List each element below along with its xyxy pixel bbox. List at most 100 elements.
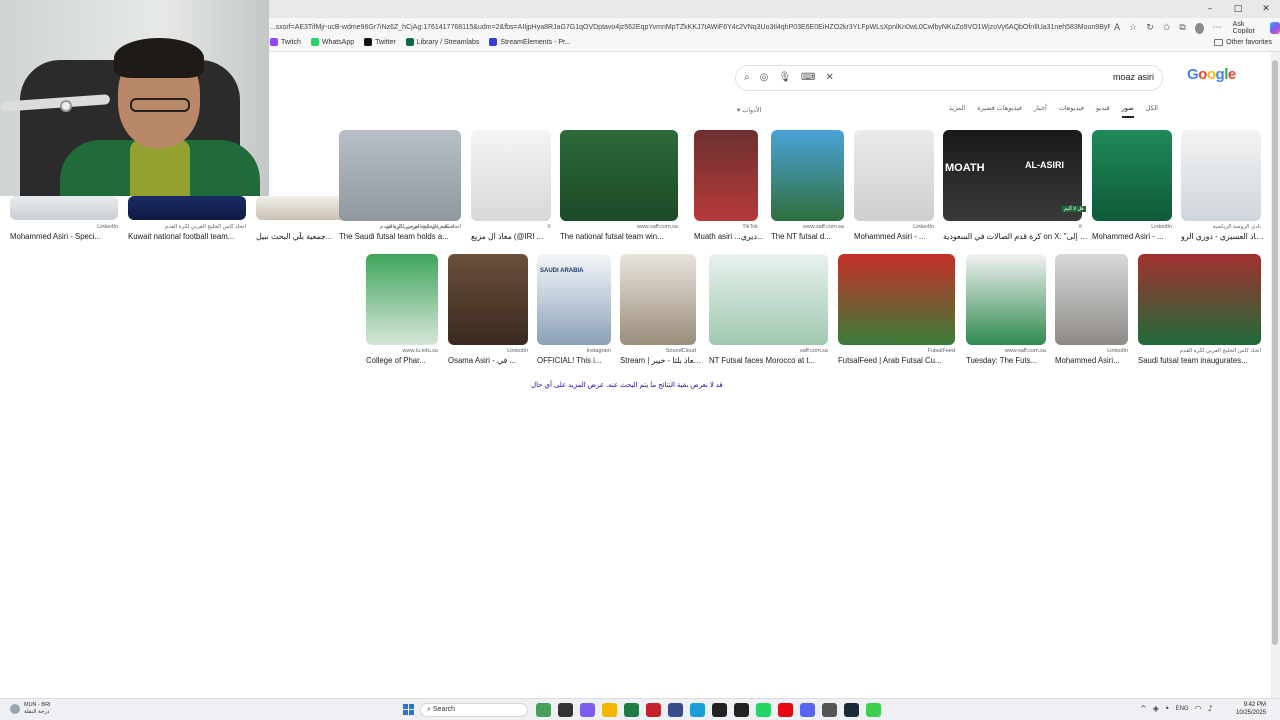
file-explorer-icon[interactable] <box>602 703 617 717</box>
microphone-icon[interactable]: 🎙 <box>778 71 791 85</box>
result-source[interactable]: www.saff.com.sa <box>560 224 678 230</box>
clear-icon[interactable]: ✕ <box>825 71 833 85</box>
obs-icon[interactable] <box>668 703 683 717</box>
result-source[interactable]: www.lu.edu.sa <box>366 348 438 354</box>
result-source[interactable]: saff.com.sa <box>709 348 828 354</box>
result-thumbnail[interactable] <box>471 130 551 221</box>
bookmark-item[interactable]: StreamElements - Pr... <box>489 38 571 46</box>
widgets-icon[interactable] <box>536 703 551 717</box>
result-thumbnail[interactable] <box>448 254 528 345</box>
wifi-icon[interactable]: ◠ <box>1195 704 1202 714</box>
result-source[interactable]: LinkedIn <box>10 224 118 230</box>
chevron-up-icon[interactable]: ^ <box>1140 704 1147 714</box>
result-caption[interactable]: The NT futsal d... <box>771 232 850 241</box>
edge-icon[interactable] <box>690 703 705 717</box>
result-thumbnail[interactable] <box>10 196 118 220</box>
result-caption[interactable]: The national futsal team win... <box>560 232 684 241</box>
result-source[interactable]: اتحاد كأس الخليج العربي لكرة القدم <box>339 224 461 230</box>
bookmark-item[interactable]: Library / Streamlabs <box>405 38 479 46</box>
result-source[interactable]: X <box>471 224 551 230</box>
result-source[interactable]: www.saff.com.sa <box>771 224 844 230</box>
result-caption[interactable]: Mohammed Asiri - ... <box>854 232 940 241</box>
mail-icon[interactable] <box>822 703 837 717</box>
result-thumbnail[interactable] <box>366 254 438 345</box>
taskbar-search[interactable]: ⌕ Search <box>420 703 528 717</box>
antivirus-icon[interactable] <box>646 703 661 717</box>
result-source[interactable]: Instagram <box>537 348 611 354</box>
result-thumbnail[interactable] <box>1181 130 1261 221</box>
result-thumbnail[interactable] <box>620 254 696 345</box>
search-tab[interactable]: فيديو <box>1096 104 1110 118</box>
result-source[interactable]: نادي الروضة الرياضية <box>1181 224 1261 230</box>
maximize-button[interactable]: □ <box>1224 0 1252 18</box>
result-caption[interactable]: Kuwait national football team... <box>128 232 252 241</box>
language-indicator[interactable]: ENG <box>1176 706 1189 712</box>
read-aloud-icon[interactable]: A <box>1114 22 1120 34</box>
result-thumbnail[interactable] <box>128 196 246 220</box>
result-source[interactable]: LinkedIn <box>1092 224 1172 230</box>
result-source[interactable]: www.saff.com.sa <box>966 348 1046 354</box>
xbox-icon[interactable] <box>712 703 727 717</box>
result-caption[interactable]: Tuesday: The Futs... <box>966 356 1052 365</box>
result-caption[interactable]: Stream | معاذ بلتا - خيبر ... <box>620 356 702 365</box>
result-caption[interactable]: FutsalFeed | Arab Futsal Cu... <box>838 356 961 365</box>
result-caption[interactable]: College of Phar... <box>366 356 444 365</box>
result-source[interactable]: TikTok <box>694 224 758 230</box>
result-thumbnail[interactable] <box>1138 254 1261 345</box>
result-caption[interactable]: NT Futsal faces Morocco at t... <box>709 356 834 365</box>
copilot-icon[interactable] <box>1270 22 1280 34</box>
collections-icon[interactable]: ⧉ <box>1179 22 1185 34</box>
result-thumbnail[interactable] <box>966 254 1046 345</box>
weather-widget[interactable]: MUN - BRI درجة النقلة <box>10 702 51 716</box>
profile-avatar[interactable] <box>1194 22 1204 34</box>
media-icon[interactable] <box>734 703 749 717</box>
refresh-icon[interactable]: ↻ <box>1146 22 1154 34</box>
result-thumbnail[interactable] <box>854 130 934 221</box>
result-caption[interactable]: Osama Asiri - في ... <box>448 356 534 365</box>
search-tab[interactable]: أخبار <box>1034 104 1047 118</box>
result-caption[interactable]: معاذ آل مزيع (@IRI ... <box>471 232 557 241</box>
start-button[interactable] <box>403 704 414 715</box>
result-source[interactable]: LinkedIn <box>448 348 528 354</box>
scrollbar-thumb[interactable] <box>1272 60 1278 645</box>
search-box[interactable]: ⌕ ◎ 🎙 ⌨ ✕ moaz asiri <box>735 65 1163 91</box>
result-caption[interactable]: Muath asiri ...ديري... <box>694 232 764 241</box>
result-thumbnail[interactable] <box>694 130 758 221</box>
excel-icon[interactable] <box>624 703 639 717</box>
star-icon[interactable]: ☆ <box>1129 22 1137 34</box>
result-caption[interactable]: The Saudi futsal team holds a... <box>339 232 467 241</box>
result-source[interactable]: اتحاد كأس الخليج العربي لكرة القدم <box>1138 348 1261 354</box>
bookmark-item[interactable]: Twitter <box>364 38 396 46</box>
tools-button[interactable]: ▾ الأدوات <box>737 106 762 114</box>
result-source[interactable]: LinkedIn <box>1055 348 1128 354</box>
keyboard-icon[interactable]: ⌨ <box>801 71 815 85</box>
result-caption[interactable]: OFFICIAL! This i... <box>537 356 617 365</box>
search-tab[interactable]: الكل <box>1146 104 1158 118</box>
bookmark-item[interactable]: WhatsApp <box>310 38 354 46</box>
favorites-icon[interactable]: ✩ <box>1163 22 1171 34</box>
result-caption[interactable]: Mohammed Asiri - Speci... <box>10 232 124 241</box>
minimize-button[interactable]: – <box>1196 0 1224 18</box>
search-tab[interactable]: فيديوهات قصيرة <box>977 104 1022 118</box>
other-favorites[interactable]: Other favorites <box>1214 39 1272 46</box>
result-caption[interactable]: Mohammed Asiri - ... <box>1092 232 1178 241</box>
clock[interactable]: 9:42 PM 10/25/2025 <box>1236 701 1266 717</box>
volume-icon[interactable]: ♪ <box>1208 704 1213 714</box>
more-icon[interactable]: ⋯ <box>1213 22 1222 34</box>
bookmark-item[interactable]: Twitch <box>270 38 301 46</box>
shield-icon[interactable]: ◈ <box>1153 704 1159 714</box>
result-thumbnail[interactable] <box>771 130 844 221</box>
search-icon[interactable]: ⌕ <box>744 71 750 85</box>
netflix-icon[interactable] <box>778 703 793 717</box>
result-thumbnail[interactable] <box>1055 254 1128 345</box>
result-thumbnail[interactable] <box>838 254 955 345</box>
terminal-icon[interactable] <box>558 703 573 717</box>
lens-icon[interactable]: ◎ <box>760 71 769 85</box>
close-window-button[interactable]: ✕ <box>1252 0 1280 18</box>
discord-icon[interactable] <box>800 703 815 717</box>
spotify-icon[interactable] <box>866 703 881 717</box>
result-caption[interactable]: Mohammed Asiri... <box>1055 356 1134 365</box>
google-logo[interactable]: Google <box>1187 66 1236 83</box>
result-caption[interactable]: كرة قدم الصالات في السعودية on X: "إنضم … <box>943 232 1088 241</box>
ask-copilot-button[interactable]: Ask Copilot <box>1233 21 1262 35</box>
